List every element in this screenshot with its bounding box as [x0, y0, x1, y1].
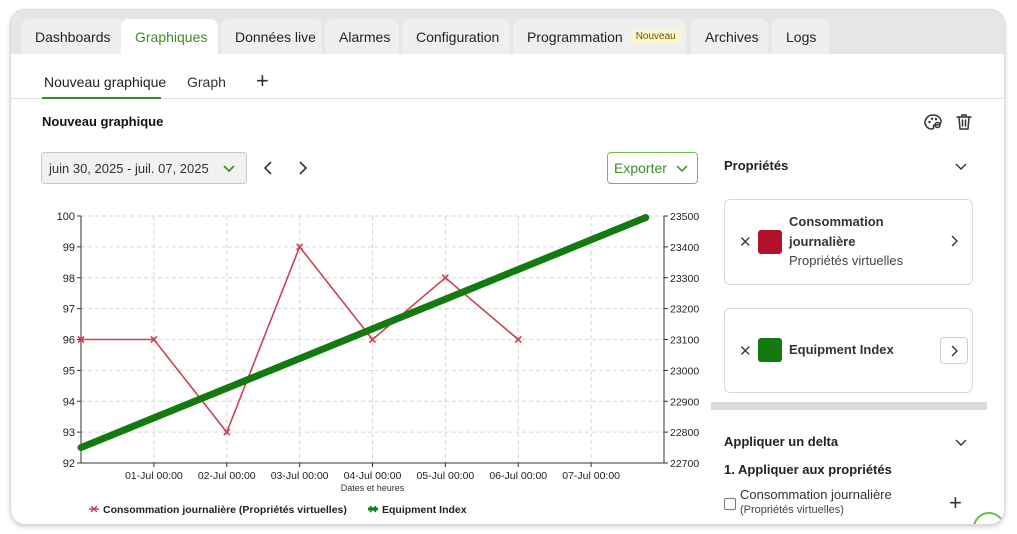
export-label: Exporter	[614, 160, 667, 176]
delta-header: Appliquer un delta	[724, 434, 839, 449]
x-tick-label: 03-Jul 00:00	[271, 470, 329, 482]
left-tick-label: 92	[63, 458, 75, 470]
graph-subtab-bar: Nouveau graphique Graph +	[11, 54, 1004, 99]
property-card: ✕ Equipment Index	[724, 308, 973, 393]
left-tick-label: 94	[63, 396, 75, 408]
right-tick-label: 23500	[670, 211, 699, 223]
tab-label: Données live	[235, 28, 316, 45]
right-tick-label: 22800	[670, 427, 699, 439]
x-tick-label: 01-Jul 00:00	[125, 470, 183, 482]
active-subtab-indicator	[42, 97, 161, 99]
properties-header: Propriétés	[724, 158, 789, 173]
date-range-value: juin 30, 2025 - juil. 07, 2025	[49, 160, 209, 176]
left-tick-label: 100	[57, 211, 75, 223]
chevron-down-icon[interactable]	[954, 436, 968, 450]
export-button[interactable]: Exporter	[607, 152, 698, 184]
subtab-graph[interactable]: Graph	[187, 74, 226, 90]
close-icon[interactable]: ✕	[739, 342, 752, 360]
right-axis-ticks: 22700 22800 22900 23000 23100 23200 23300 23400…	[664, 211, 699, 470]
series-color-swatch[interactable]	[758, 230, 782, 254]
right-tick-label: 23000	[670, 365, 699, 377]
tab-label: Programmation	[527, 28, 623, 45]
palette-icon[interactable]	[923, 112, 943, 132]
left-axis-ticks: 92 93 94 95 96 97 98 99 100	[57, 211, 81, 470]
line-chart: 92 93 94 95 96 97 98 99 100 22700 22800 22900 23000…	[57, 211, 700, 516]
open-property-button[interactable]	[940, 337, 968, 364]
x-tick-label: 04-Jul 00:00	[344, 470, 402, 482]
chevron-down-icon	[676, 165, 688, 173]
date-range-picker[interactable]: juin 30, 2025 - juil. 07, 2025	[41, 152, 247, 184]
left-tick-label: 98	[63, 273, 75, 285]
property-source: Propriétés virtuelles	[789, 253, 904, 268]
left-tick-label: 96	[63, 335, 75, 347]
chevron-right-icon[interactable]	[947, 234, 961, 248]
tab-configuration[interactable]: Configuration	[402, 19, 510, 54]
delta-option-label: Consommation journalière	[740, 487, 892, 502]
left-tick-label: 93	[63, 427, 75, 439]
property-name: Consommation journalière	[789, 212, 884, 252]
tab-programmation[interactable]: Programmation Nouveau	[513, 19, 686, 54]
main-tab-bar: Dashboards Graphiques Données live Alarm…	[11, 10, 1004, 54]
trash-icon[interactable]	[954, 112, 974, 132]
x-tick-label: 05-Jul 00:00	[416, 470, 474, 482]
legend-label: Equipment Index	[382, 504, 467, 516]
section-divider	[711, 402, 987, 410]
right-tick-label: 23100	[670, 335, 699, 347]
series-color-swatch[interactable]	[758, 338, 782, 362]
tab-label: Logs	[786, 28, 817, 45]
x-tick-label: 07-Jul 00:00	[562, 470, 620, 482]
x-tick-label: 02-Jul 00:00	[198, 470, 256, 482]
tab-archives[interactable]: Archives	[691, 19, 768, 54]
tab-label: Graphiques	[135, 28, 208, 45]
new-badge: Nouveau	[630, 29, 681, 44]
close-icon[interactable]: ✕	[739, 233, 752, 251]
chevron-right-icon	[951, 345, 958, 357]
tab-dashboards[interactable]: Dashboards	[21, 19, 124, 54]
tab-label: Archives	[705, 28, 759, 45]
app-window: Dashboards Graphiques Données live Alarm…	[11, 10, 1004, 524]
chevron-down-icon[interactable]	[954, 160, 968, 174]
subtab-nouveau-graphique[interactable]: Nouveau graphique	[44, 74, 166, 90]
right-tick-label: 22700	[670, 458, 699, 470]
left-tick-label: 97	[63, 304, 75, 316]
graph-title: Nouveau graphique	[42, 114, 164, 129]
tab-alarmes[interactable]: Alarmes	[325, 19, 399, 54]
tab-label: Dashboards	[35, 28, 111, 45]
property-card: ✕ Consommation journalière Propriétés vi…	[724, 199, 973, 285]
chart-legend: Consommation journalière (Propriétés vir…	[89, 504, 467, 516]
delta-option-sub: (Propriétés virtuelles)	[740, 504, 844, 516]
property-checkbox[interactable]	[724, 498, 736, 510]
x-axis-label: Dates et heures	[341, 483, 405, 493]
legend-label: Consommation journalière (Propriétés vir…	[103, 504, 347, 516]
tab-logs[interactable]: Logs	[772, 19, 829, 54]
chart-series	[77, 214, 650, 452]
next-period-icon[interactable]	[295, 160, 309, 176]
series-line	[77, 214, 650, 452]
right-tick-label: 23400	[670, 242, 699, 254]
right-tick-label: 23200	[670, 304, 699, 316]
chevron-down-icon	[223, 165, 235, 173]
tab-label: Configuration	[416, 28, 500, 45]
add-graph-button[interactable]: +	[256, 68, 269, 94]
add-delta-button[interactable]: +	[949, 490, 962, 516]
tab-donnees-live[interactable]: Données live	[221, 19, 322, 54]
right-tick-label: 23300	[670, 273, 699, 285]
property-name: Equipment Index	[789, 342, 894, 357]
left-tick-label: 99	[63, 242, 75, 254]
left-tick-label: 95	[63, 365, 75, 377]
property-name-line: Consommation	[789, 214, 884, 229]
previous-period-icon[interactable]	[262, 160, 276, 176]
property-name-line: journalière	[789, 234, 856, 249]
delta-step-title: 1. Appliquer aux propriétés	[724, 462, 892, 477]
right-tick-label: 22900	[670, 396, 699, 408]
tab-graphiques[interactable]: Graphiques	[121, 19, 218, 54]
x-tick-label: 06-Jul 00:00	[489, 470, 547, 482]
tab-label: Alarmes	[339, 28, 391, 45]
x-axis-ticks: 01-Jul 00:00 02-Jul 00:00 03-Jul 00:00 04-J…	[125, 463, 620, 482]
